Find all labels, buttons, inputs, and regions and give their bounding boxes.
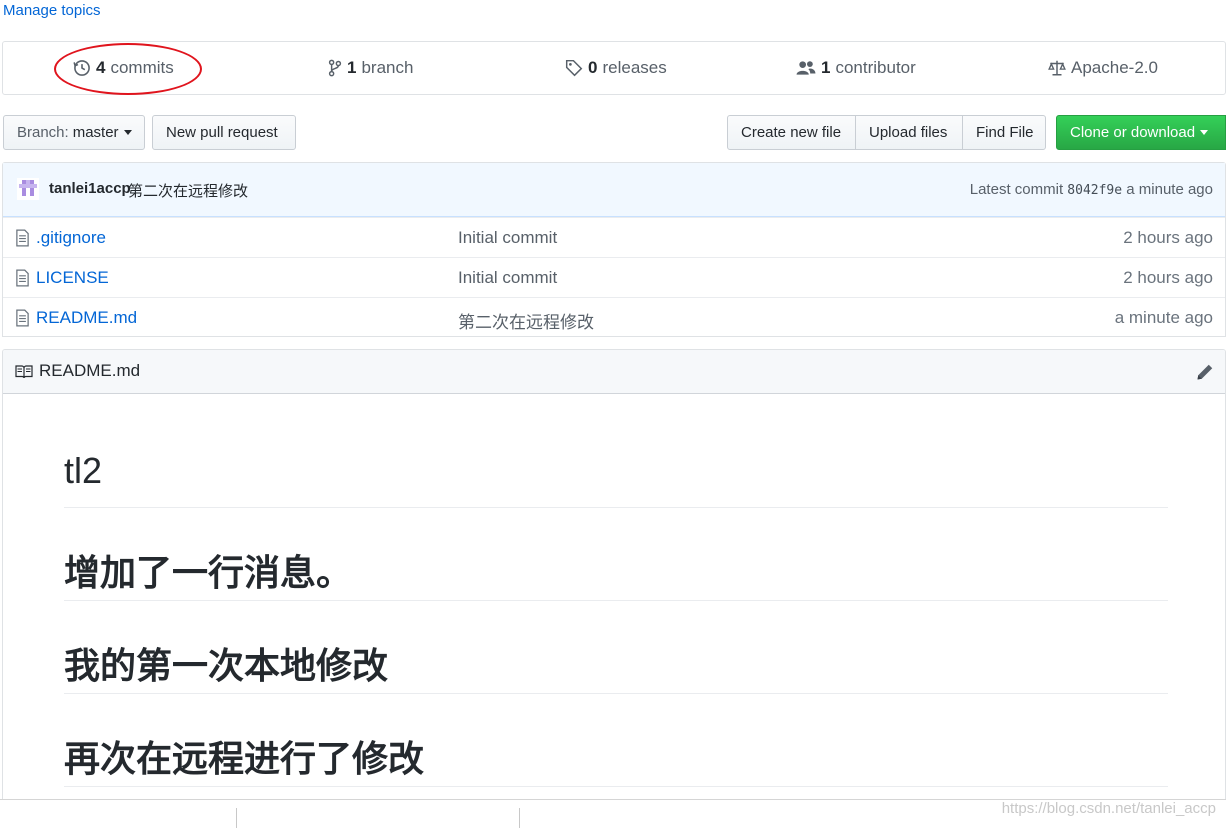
releases-link[interactable]: 0 releases [565,42,667,94]
branches-count: 1 [347,58,357,77]
latest-commit-prefix: Latest commit [969,181,1064,198]
new-pull-request-button[interactable]: New pull request [152,115,296,150]
contributors-count: 1 [821,58,831,77]
history-icon [73,60,90,76]
watermark: https://blog.csdn.net/tanlei_accp [1001,800,1216,817]
file-icon [16,269,29,287]
branch-icon [328,59,342,77]
table-row: LICENSE Initial commit 2 hours ago [3,257,1225,297]
branch-select-button[interactable]: Branch: master [3,115,145,150]
file-commit-message[interactable]: Initial commit [458,268,557,288]
branches-label: branch [361,58,414,77]
find-file-button[interactable]: Find File [962,115,1046,150]
numbers-summary: 4 commits 1 branch 0 releases 1 contribu… [2,41,1226,95]
license-link[interactable]: Apache-2.0 [1048,42,1158,94]
manage-topics-link[interactable]: Manage topics [3,2,101,19]
commits-count: 4 [96,58,106,77]
commit-sha-link[interactable]: 8042f9e [1067,183,1122,198]
file-navigation: tanlei1accp 第二次在远程修改 Latest commit 8042f… [2,162,1226,337]
file-age: 2 hours ago [1123,228,1213,247]
upload-files-button[interactable]: Upload files [855,115,963,150]
commit-author-link[interactable]: tanlei1accp [49,180,131,197]
file-name-link[interactable]: LICENSE [36,268,109,288]
readme-heading: 增加了一行消息。 [64,508,1168,601]
latest-commit-time: a minute ago [1126,181,1213,198]
avatar[interactable] [17,178,39,200]
branch-name: master [72,124,119,141]
table-row: .gitignore Initial commit 2 hours ago [3,217,1225,257]
tag-icon [565,59,583,77]
file-commit-message[interactable]: Initial commit [458,228,557,248]
readme-heading: 再次在远程进行了修改 [64,694,1168,787]
readme-body: tl2 增加了一行消息。 我的第一次本地修改 再次在远程进行了修改 [64,394,1168,787]
branches-link[interactable]: 1 branch [328,42,413,94]
file-actions-group: Create new file Upload files Find File [727,115,1046,150]
readme-title: README.md [39,361,141,380]
releases-label: releases [602,58,667,77]
latest-commit-bar: tanlei1accp 第二次在远程修改 Latest commit 8042f… [3,163,1225,217]
book-icon [15,365,33,379]
taskbar-divider [236,808,237,828]
file-icon [16,309,29,327]
commits-label: commits [110,58,174,77]
law-icon [1048,60,1066,76]
branch-prefix: Branch: [17,124,69,141]
releases-count: 0 [588,58,598,77]
readme-heading: 我的第一次本地修改 [64,601,1168,694]
file-age: a minute ago [1114,308,1213,327]
clone-or-download-button[interactable]: Clone or download [1056,115,1226,150]
table-row: README.md 第二次在远程修改 a minute ago [3,297,1225,337]
readme-panel: README.md tl2 增加了一行消息。 我的第一次本地修改 再次在远程进行… [2,349,1226,809]
file-commit-message[interactable]: 第二次在远程修改 [458,308,594,333]
clone-label: Clone or download [1070,124,1196,141]
contributors-link[interactable]: 1 contributor [796,42,916,94]
file-name-link[interactable]: .gitignore [36,228,106,248]
commits-link[interactable]: 4 commits [73,42,174,94]
license-label: Apache-2.0 [1071,58,1158,77]
readme-header: README.md [3,350,1225,394]
people-icon [796,61,816,75]
contributors-label: contributor [835,58,916,77]
caret-down-icon [1200,130,1209,135]
create-new-file-button[interactable]: Create new file [727,115,856,150]
commit-message-link[interactable]: 第二次在远程修改 [128,180,248,201]
pencil-icon[interactable] [1195,362,1215,382]
file-icon [16,229,29,247]
file-age: 2 hours ago [1123,268,1213,287]
taskbar-divider [519,808,520,828]
caret-down-icon [123,130,132,135]
file-name-link[interactable]: README.md [36,308,137,328]
latest-commit-info: Latest commit 8042f9e a minute ago [970,181,1213,198]
readme-heading: tl2 [64,394,1168,508]
